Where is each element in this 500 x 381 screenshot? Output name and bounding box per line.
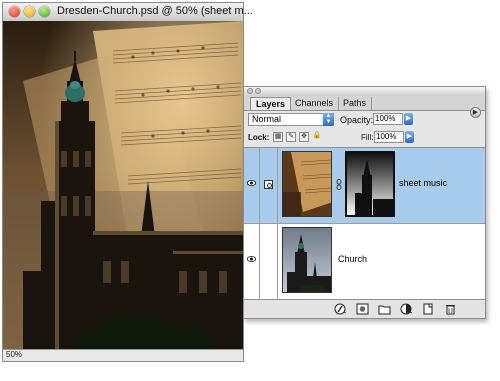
sheet-music-thumbnail bbox=[283, 152, 331, 216]
layer-thumbnail[interactable] bbox=[282, 227, 332, 293]
lock-label: Lock: bbox=[248, 133, 270, 142]
opacity-label: Opacity: bbox=[340, 115, 374, 125]
layers-panel: Layers Channels Paths ▶ Normal ▲ ▼ Opacit… bbox=[243, 86, 486, 319]
document-titlebar[interactable]: Dresden-Church.psd @ 50% (sheet m... bbox=[3, 3, 253, 22]
layer-list: sheet music Church bbox=[244, 147, 485, 302]
lock-position-icon[interactable]: ✥ bbox=[299, 132, 309, 142]
add-mask-icon[interactable] bbox=[356, 303, 369, 315]
blend-mode-value: Normal bbox=[252, 114, 282, 124]
fill-input[interactable]: 100% bbox=[374, 131, 404, 143]
mask-mode-toggle[interactable] bbox=[260, 148, 278, 223]
visibility-toggle[interactable] bbox=[244, 224, 260, 299]
layer-name[interactable]: sheet music bbox=[399, 178, 447, 188]
lock-row: Lock: ▦ ✎ ✥ 🔒 Fill: 100% ▶ bbox=[244, 129, 485, 145]
eye-icon bbox=[247, 180, 256, 186]
panel-menu-button[interactable]: ▶ bbox=[470, 107, 481, 118]
link-chain-icon[interactable] bbox=[336, 179, 342, 190]
tab-paths[interactable]: Paths bbox=[338, 97, 373, 110]
panel-minimize-button[interactable] bbox=[255, 88, 261, 94]
opacity-slider-toggle[interactable]: ▶ bbox=[404, 113, 413, 125]
layer-row-church[interactable]: Church bbox=[244, 224, 485, 300]
new-layer-icon[interactable] bbox=[422, 303, 435, 315]
tab-channels[interactable]: Channels bbox=[290, 97, 340, 110]
link-column[interactable] bbox=[260, 224, 278, 299]
zoom-window-button[interactable] bbox=[39, 6, 50, 17]
blend-mode-select[interactable]: Normal ▲ ▼ bbox=[248, 113, 334, 126]
panel-tabs: Layers Channels Paths ▶ bbox=[244, 96, 485, 118]
chevron-updown-icon: ▲ ▼ bbox=[323, 113, 334, 126]
minimize-window-button[interactable] bbox=[24, 6, 35, 17]
opacity-input[interactable]: 100% bbox=[373, 113, 403, 125]
document-title: Dresden-Church.psd @ 50% (sheet m... bbox=[57, 5, 253, 17]
layer-mask-thumbnail[interactable] bbox=[345, 151, 395, 217]
layer-name[interactable]: Church bbox=[338, 254, 367, 264]
panel-bottom-toolbar bbox=[244, 299, 485, 318]
fill-slider-toggle[interactable]: ▶ bbox=[405, 131, 414, 143]
layer-mask-icon bbox=[264, 180, 273, 189]
layer-style-icon[interactable] bbox=[334, 303, 347, 315]
document-status-bar: 50% bbox=[3, 349, 243, 361]
document-window: Dresden-Church.psd @ 50% (sheet m... 50% bbox=[2, 2, 253, 362]
eye-icon bbox=[247, 256, 256, 262]
image-canvas[interactable] bbox=[3, 21, 243, 351]
trash-icon[interactable] bbox=[444, 303, 457, 315]
adjustment-layer-icon[interactable] bbox=[400, 303, 413, 315]
panel-close-button[interactable] bbox=[247, 88, 253, 94]
zoom-field[interactable]: 50% bbox=[6, 350, 22, 359]
church-thumbnail bbox=[283, 228, 331, 292]
lock-all-icon[interactable]: 🔒 bbox=[312, 132, 322, 142]
lock-image-icon[interactable]: ✎ bbox=[286, 132, 296, 142]
visibility-toggle[interactable] bbox=[244, 148, 260, 223]
mask-thumbnail-image bbox=[347, 153, 393, 215]
layer-row-sheet-music[interactable]: sheet music bbox=[244, 148, 485, 224]
lock-transparent-icon[interactable]: ▦ bbox=[273, 132, 283, 142]
tab-layers[interactable]: Layers bbox=[250, 97, 292, 110]
canvas-image bbox=[3, 21, 243, 351]
layer-thumbnail[interactable] bbox=[282, 151, 332, 217]
fill-label: Fill: bbox=[361, 133, 374, 142]
close-window-button[interactable] bbox=[9, 6, 20, 17]
new-group-icon[interactable] bbox=[378, 303, 391, 315]
